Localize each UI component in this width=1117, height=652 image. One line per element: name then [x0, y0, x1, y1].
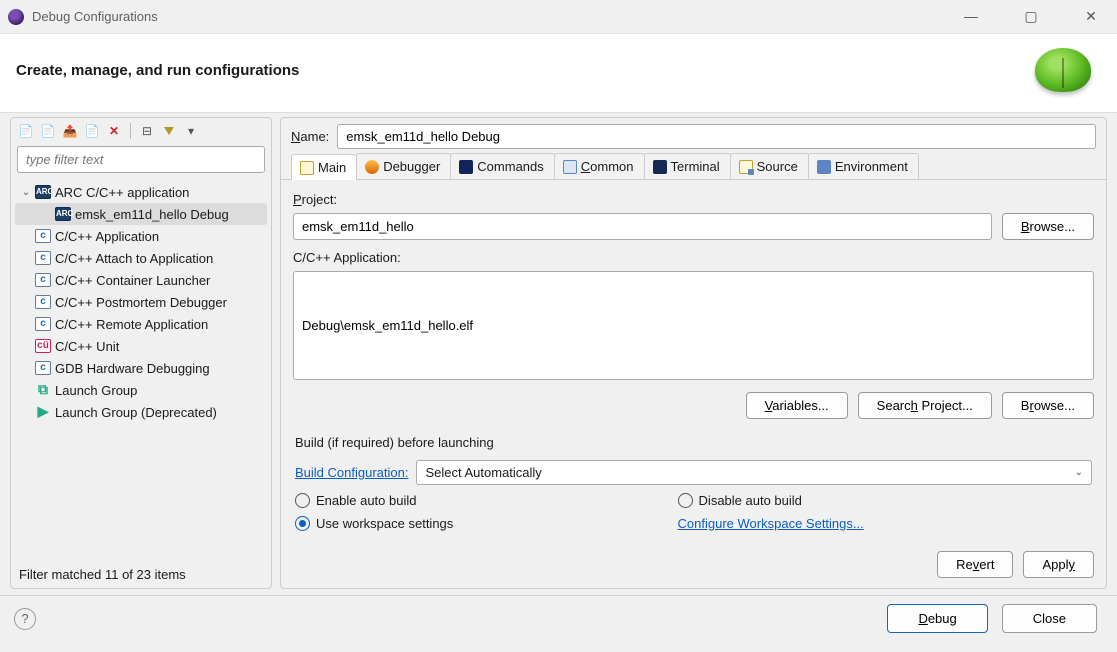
- delete-icon[interactable]: ✕: [105, 122, 123, 140]
- tree-item[interactable]: c C/C++ Application: [15, 225, 267, 247]
- arc-icon: ARC: [55, 207, 71, 221]
- bug-icon: [1035, 48, 1091, 92]
- search-project-button[interactable]: Search Project...: [858, 392, 992, 419]
- radio-enable-auto-build[interactable]: Enable auto build: [295, 485, 678, 508]
- group-icon: ⧉: [35, 383, 51, 397]
- group-title: Build (if required) before launching: [295, 435, 1092, 450]
- help-icon[interactable]: ?: [14, 608, 36, 630]
- editor-buttons: Revert Apply: [281, 541, 1106, 588]
- tab-common[interactable]: Common: [554, 153, 645, 179]
- c-app-icon: c: [35, 251, 51, 265]
- banner: Create, manage, and run configurations: [0, 34, 1117, 113]
- variables-button[interactable]: Variables...: [746, 392, 848, 419]
- close-window-button[interactable]: ✕: [1073, 8, 1109, 25]
- tree-item[interactable]: c C/C++ Attach to Application: [15, 247, 267, 269]
- name-label: Name:: [291, 129, 329, 144]
- environment-tab-icon: [817, 160, 831, 174]
- maximize-button[interactable]: ▢: [1013, 8, 1049, 25]
- left-toolbar: 📄 📄 📤 📄 ✕ ⊟ ▾: [11, 118, 271, 146]
- dialog-footer: ? Debug Close: [0, 595, 1117, 645]
- debug-button[interactable]: Debug: [887, 604, 987, 633]
- separator: [130, 123, 131, 139]
- configure-workspace-link[interactable]: Configure Workspace Settings...: [678, 516, 864, 531]
- page-heading: Create, manage, and run configurations: [16, 62, 299, 79]
- tree-item[interactable]: c C/C++ Container Launcher: [15, 269, 267, 291]
- tree-item[interactable]: c C/C++ Remote Application: [15, 313, 267, 335]
- window-title: Debug Configurations: [32, 9, 158, 24]
- radio-disable-auto-build[interactable]: Disable auto build: [678, 485, 1061, 508]
- duplicate-icon[interactable]: 📄: [83, 122, 101, 140]
- tree-item[interactable]: c GDB Hardware Debugging: [15, 357, 267, 379]
- minimize-button[interactable]: —: [953, 8, 989, 25]
- filter-icon[interactable]: [160, 122, 178, 140]
- tab-main[interactable]: Main: [291, 154, 357, 180]
- filter-input[interactable]: [17, 146, 265, 173]
- revert-button[interactable]: Revert: [937, 551, 1013, 578]
- app-label: C/C++ Application:: [293, 246, 1094, 265]
- common-tab-icon: [563, 160, 577, 174]
- c-app-icon: c: [35, 273, 51, 287]
- source-tab-icon: [739, 160, 753, 174]
- c-app-icon: c: [35, 229, 51, 243]
- arc-icon: ARC: [35, 185, 51, 199]
- config-tree[interactable]: ⌄ ARC ARC C/C++ application ARC emsk_em1…: [11, 179, 271, 561]
- project-input[interactable]: [293, 213, 992, 240]
- commands-tab-icon: [459, 160, 473, 174]
- new-prototype-icon[interactable]: 📄: [39, 122, 57, 140]
- build-group: Build (if required) before launching Bui…: [293, 435, 1094, 531]
- collapse-all-icon[interactable]: ⊟: [138, 122, 156, 140]
- c-app-icon: c: [35, 295, 51, 309]
- tree-item[interactable]: ▶ Launch Group (Deprecated): [15, 401, 267, 423]
- chevron-down-icon: ⌄: [1075, 467, 1083, 478]
- tab-source[interactable]: Source: [730, 153, 809, 179]
- build-config-select[interactable]: Select Automatically ⌄: [416, 460, 1092, 485]
- group-icon: ▶: [35, 405, 51, 419]
- c-app-icon: c: [35, 361, 51, 375]
- name-input[interactable]: [337, 124, 1096, 149]
- tab-main-body: Project: Browse... C/C++ Application: Va…: [281, 180, 1106, 541]
- new-config-icon[interactable]: 📄: [17, 122, 35, 140]
- apply-button[interactable]: Apply: [1023, 551, 1094, 578]
- tree-item[interactable]: cü C/C++ Unit: [15, 335, 267, 357]
- title-bar: Debug Configurations — ▢ ✕: [0, 0, 1117, 34]
- config-editor: Name: Main Debugger Commands Common: [280, 117, 1107, 589]
- configurations-panel: 📄 📄 📤 📄 ✕ ⊟ ▾ ⌄ ARC ARC C/C++ applicatio…: [10, 117, 272, 589]
- application-input[interactable]: [293, 271, 1094, 380]
- tab-environment[interactable]: Environment: [808, 153, 919, 179]
- cunit-icon: cü: [35, 339, 51, 353]
- close-button[interactable]: Close: [1002, 604, 1097, 633]
- tree-item[interactable]: c C/C++ Postmortem Debugger: [15, 291, 267, 313]
- tab-commands[interactable]: Commands: [450, 153, 554, 179]
- tree-item-selected[interactable]: ARC emsk_em11d_hello Debug: [15, 203, 267, 225]
- tree-node-arc[interactable]: ⌄ ARC ARC C/C++ application: [15, 181, 267, 203]
- project-label: Project:: [293, 188, 1094, 207]
- c-app-icon: c: [35, 317, 51, 331]
- browse-project-button[interactable]: Browse...: [1002, 213, 1094, 240]
- browse-app-button[interactable]: Browse...: [1002, 392, 1094, 419]
- debugger-tab-icon: [365, 160, 379, 174]
- export-icon[interactable]: 📤: [61, 122, 79, 140]
- radio-use-workspace[interactable]: Use workspace settings: [295, 508, 678, 531]
- terminal-tab-icon: [653, 160, 667, 174]
- main-tab-icon: [300, 161, 314, 175]
- tab-terminal[interactable]: Terminal: [644, 153, 731, 179]
- tab-bar: Main Debugger Commands Common Terminal S…: [281, 153, 1106, 180]
- filter-status: Filter matched 11 of 23 items: [11, 561, 271, 588]
- chevron-down-icon[interactable]: ⌄: [17, 187, 35, 198]
- tab-debugger[interactable]: Debugger: [356, 153, 451, 179]
- tree-item[interactable]: ⧉ Launch Group: [15, 379, 267, 401]
- build-config-link[interactable]: Build Configuration:: [295, 465, 408, 480]
- app-icon: [8, 9, 24, 25]
- filter-menu-icon[interactable]: ▾: [182, 122, 200, 140]
